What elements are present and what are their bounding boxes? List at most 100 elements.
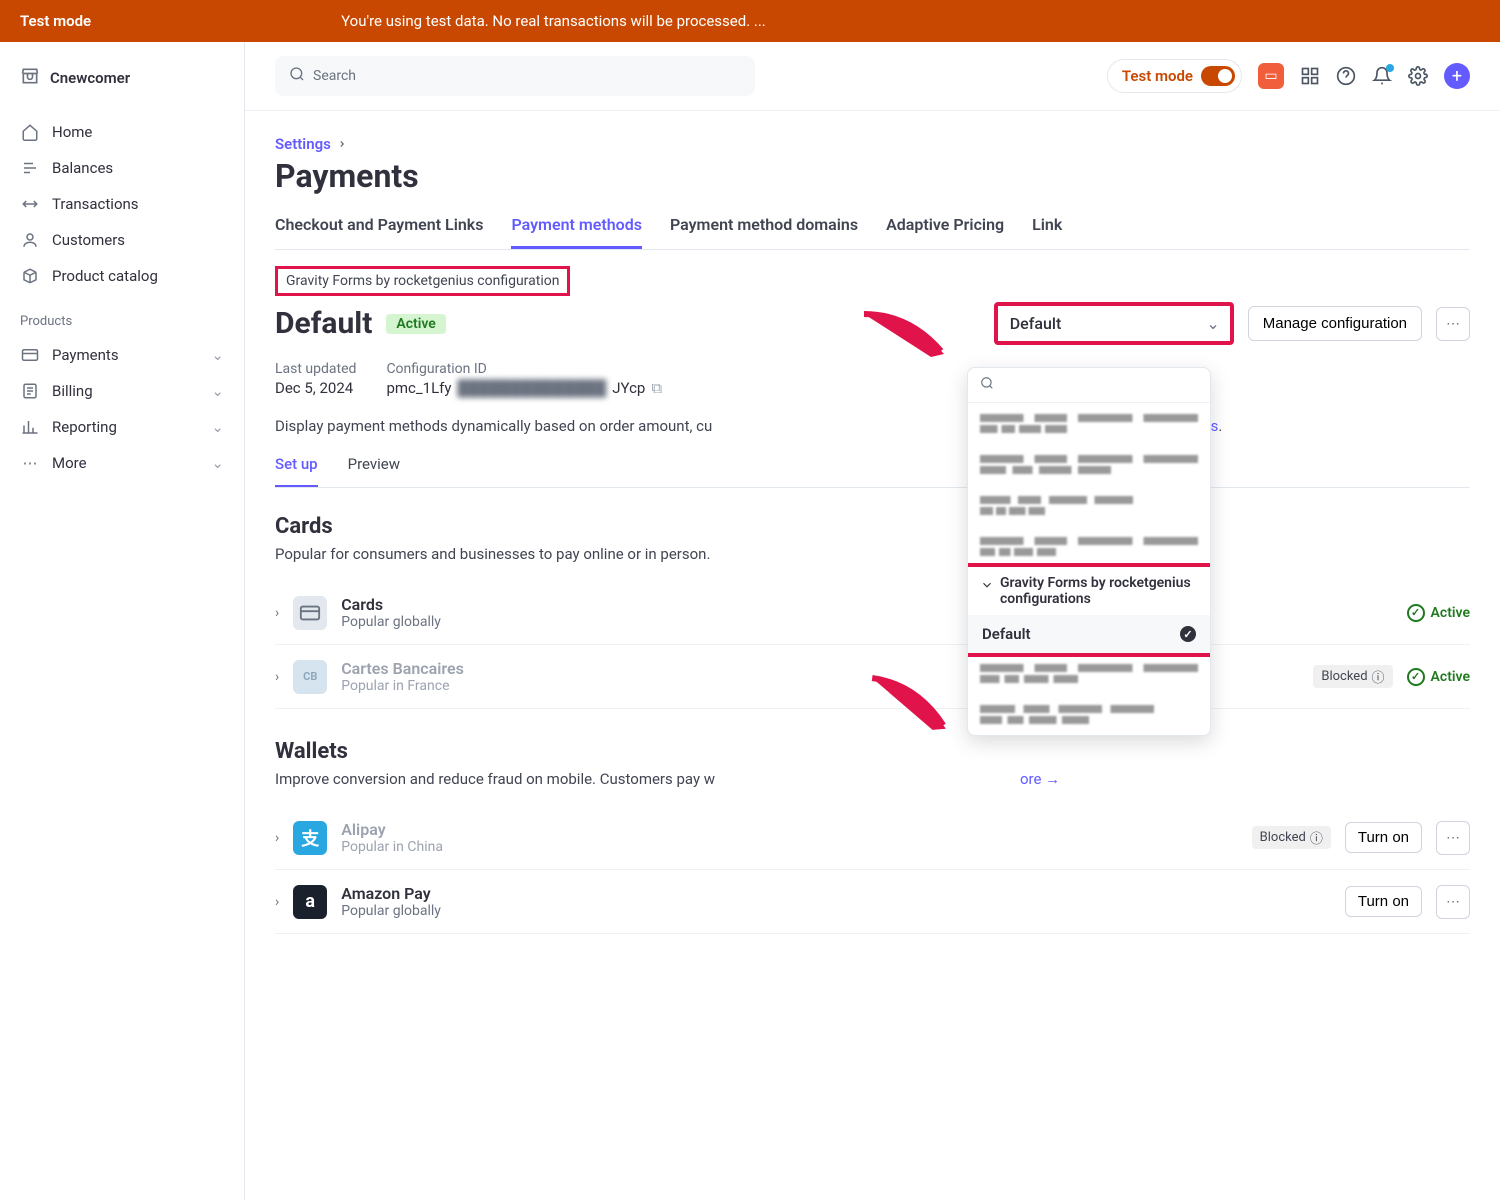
last-updated-label: Last updated xyxy=(275,361,356,377)
turn-on-button[interactable]: Turn on xyxy=(1345,886,1422,917)
subtab-preview[interactable]: Preview xyxy=(348,455,400,487)
payment-method-name: Cartes Bancaires xyxy=(341,659,464,678)
sidebar-label: Product catalog xyxy=(52,267,158,285)
sidebar-item-catalog[interactable]: Product catalog xyxy=(0,258,244,294)
sidebar-item-balances[interactable]: Balances xyxy=(0,150,244,186)
payment-method-row: › CB Cartes Bancaires Popular in France … xyxy=(275,645,1470,709)
status-active: ✓Active xyxy=(1407,604,1470,622)
payment-method-sub: Popular in France xyxy=(341,678,464,694)
section-desc-cards: Popular for consumers and businesses to … xyxy=(275,545,1470,563)
account-brand[interactable]: Cnewcomer xyxy=(0,60,244,114)
config-id-value: pmc_1Lfy ██████████████ JYcp ⧉ xyxy=(386,379,662,397)
sidebar-item-payments[interactable]: Payments ⌄ xyxy=(0,337,244,373)
sidebar-item-more[interactable]: ⋯ More ⌄ xyxy=(0,445,244,481)
billing-icon xyxy=(20,381,40,401)
qr-icon[interactable] xyxy=(1300,66,1320,86)
expand-chevron-icon[interactable]: › xyxy=(275,605,279,621)
transactions-icon xyxy=(20,194,40,214)
configuration-select[interactable]: Default ⌄ xyxy=(994,302,1234,345)
tab-link[interactable]: Link xyxy=(1032,215,1062,249)
redacted-option[interactable] xyxy=(968,526,1210,567)
test-mode-toggle-label: Test mode xyxy=(1122,67,1193,85)
settings-icon[interactable] xyxy=(1408,66,1428,86)
expand-chevron-icon[interactable]: › xyxy=(275,894,279,910)
payment-method-name: Alipay xyxy=(341,820,443,839)
sidebar-label: Customers xyxy=(52,231,125,249)
sidebar-item-billing[interactable]: Billing ⌄ xyxy=(0,373,244,409)
search-icon xyxy=(980,376,994,394)
turn-on-button[interactable]: Turn on xyxy=(1345,822,1422,853)
payment-method-row: › 支 Alipay Popular in China Blocked ⓘ Tu… xyxy=(275,806,1470,870)
toggle-switch[interactable] xyxy=(1201,66,1235,86)
balances-icon xyxy=(20,158,40,178)
sidebar-item-customers[interactable]: Customers xyxy=(0,222,244,258)
page-title: Payments xyxy=(275,157,1470,195)
card-brand-icon xyxy=(293,596,327,630)
redacted-text: ██████████████ xyxy=(457,379,606,397)
content-area: Settings Payments Checkout and Payment L… xyxy=(245,111,1500,958)
test-mode-banner: Test mode You're using test data. No rea… xyxy=(0,0,1500,42)
redacted-option[interactable] xyxy=(968,485,1210,526)
redacted-option[interactable] xyxy=(968,403,1210,444)
more-link[interactable]: ore → xyxy=(1020,770,1060,788)
sidebar-label: Balances xyxy=(52,159,113,177)
payment-method-row: › Cards Popular globally ✓Active xyxy=(275,581,1470,645)
more-icon: ⋯ xyxy=(20,453,40,473)
redacted-option[interactable] xyxy=(968,653,1210,694)
select-caret-icon: ⌄ xyxy=(1206,314,1219,333)
sidebar-item-reporting[interactable]: Reporting ⌄ xyxy=(0,409,244,445)
subtab-setup[interactable]: Set up xyxy=(275,455,318,487)
reporting-icon xyxy=(20,417,40,437)
more-actions-button[interactable]: ⋯ xyxy=(1436,307,1470,341)
config-id-label: Configuration ID xyxy=(386,361,662,377)
customers-icon xyxy=(20,230,40,250)
dropdown-option-default[interactable]: Default ✓ xyxy=(968,615,1210,653)
notifications-icon[interactable] xyxy=(1372,66,1392,86)
sidebar-label: Reporting xyxy=(52,418,117,436)
dropdown-search[interactable] xyxy=(968,368,1210,403)
tab-domains[interactable]: Payment method domains xyxy=(670,215,858,249)
chevron-down-icon: ⌄ xyxy=(211,454,224,472)
store-icon xyxy=(20,66,40,90)
help-icon[interactable] xyxy=(1336,66,1356,86)
sidebar-label: Home xyxy=(52,123,92,141)
dropdown-search-input[interactable] xyxy=(1002,377,1198,393)
search-input[interactable]: Search xyxy=(275,56,755,96)
main-content: Search Test mode ▭ + Settings Payments xyxy=(245,42,1500,1200)
copy-icon[interactable]: ⧉ xyxy=(651,379,662,397)
tab-payment-methods[interactable]: Payment methods xyxy=(511,215,642,249)
sidebar-item-transactions[interactable]: Transactions xyxy=(0,186,244,222)
tab-checkout[interactable]: Checkout and Payment Links xyxy=(275,215,483,249)
expand-chevron-icon[interactable]: › xyxy=(275,830,279,846)
add-button[interactable]: + xyxy=(1444,63,1470,89)
sidebar: Cnewcomer Home Balances Transactions Cus… xyxy=(0,42,245,1200)
sidebar-item-home[interactable]: Home xyxy=(0,114,244,150)
tabs: Checkout and Payment Links Payment metho… xyxy=(275,215,1470,250)
description-text: Display payment methods dynamically base… xyxy=(275,417,1470,435)
payment-method-name: Amazon Pay xyxy=(341,884,441,903)
status-active: ✓Active xyxy=(1407,668,1470,686)
redacted-option[interactable] xyxy=(968,694,1210,735)
redacted-option[interactable] xyxy=(968,444,1210,485)
section-title-cards: Cards xyxy=(275,514,1470,539)
topbar: Search Test mode ▭ + xyxy=(245,42,1500,111)
catalog-icon xyxy=(20,266,40,286)
tab-adaptive[interactable]: Adaptive Pricing xyxy=(886,215,1004,249)
chevron-down-icon: ⌄ xyxy=(211,346,224,364)
payments-icon xyxy=(20,345,40,365)
test-mode-toggle[interactable]: Test mode xyxy=(1107,59,1242,93)
manage-configuration-button[interactable]: Manage configuration xyxy=(1248,306,1422,341)
section-desc-wallets: Improve conversion and reduce fraud on m… xyxy=(275,770,1470,788)
chevron-down-icon: ⌄ xyxy=(211,382,224,400)
inbox-icon[interactable]: ▭ xyxy=(1258,63,1284,89)
chevron-right-icon xyxy=(337,139,347,149)
chevron-down-icon: ⌄ xyxy=(211,418,224,436)
row-more-button[interactable]: ⋯ xyxy=(1436,821,1470,855)
expand-chevron-icon[interactable]: › xyxy=(275,669,279,685)
breadcrumb-settings[interactable]: Settings xyxy=(275,135,1470,153)
row-more-button[interactable]: ⋯ xyxy=(1436,885,1470,919)
sidebar-label: Payments xyxy=(52,346,119,364)
last-updated-value: Dec 5, 2024 xyxy=(275,379,356,397)
dropdown-group-header[interactable]: Gravity Forms by rocketgenius configurat… xyxy=(968,567,1210,615)
alipay-brand-icon: 支 xyxy=(293,821,327,855)
